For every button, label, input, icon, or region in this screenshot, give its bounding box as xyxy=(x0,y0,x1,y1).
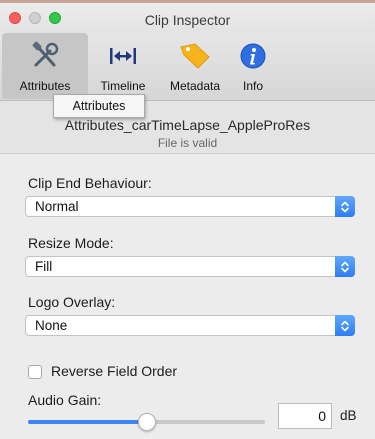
logo-overlay-label: Logo Overlay: xyxy=(28,294,116,310)
file-status: File is valid xyxy=(157,136,218,150)
tab-timeline[interactable]: Timeline xyxy=(90,33,156,99)
tab-info[interactable]: Info xyxy=(232,33,274,99)
info-icon xyxy=(232,37,274,75)
toolbar: Attributes Timeline Metadata Info xyxy=(0,33,375,101)
chevron-updown-icon xyxy=(335,196,355,217)
file-name: Attributes_carTimeLapse_AppleProRes xyxy=(64,117,311,133)
chevron-updown-icon xyxy=(335,256,355,277)
tag-icon xyxy=(158,37,232,75)
attributes-panel: Clip End Behaviour: Normal Resize Mode: … xyxy=(0,154,375,439)
audio-gain-slider-fill xyxy=(28,420,147,424)
clip-end-behaviour-value: Normal xyxy=(35,199,79,214)
audio-gain-unit: dB xyxy=(340,408,357,423)
timeline-arrows-icon xyxy=(90,37,156,75)
reverse-field-order-label[interactable]: Reverse Field Order xyxy=(51,363,177,379)
chevron-updown-icon xyxy=(335,315,355,336)
clip-end-behaviour-select[interactable]: Normal xyxy=(25,196,355,217)
logo-overlay-select[interactable]: None xyxy=(25,315,355,336)
audio-gain-slider-knob[interactable] xyxy=(137,413,156,431)
clip-end-behaviour-label: Clip End Behaviour: xyxy=(28,175,152,191)
resize-mode-select[interactable]: Fill xyxy=(25,256,355,277)
window-title: Clip Inspector xyxy=(144,12,231,28)
wrench-screwdriver-icon xyxy=(2,37,88,75)
tab-attributes[interactable]: Attributes xyxy=(2,33,88,99)
tab-metadata[interactable]: Metadata xyxy=(158,33,232,99)
title-bar: Clip Inspector xyxy=(0,3,375,33)
audio-gain-input[interactable]: 0 xyxy=(278,403,332,429)
resize-mode-value: Fill xyxy=(35,259,53,274)
logo-overlay-value: None xyxy=(35,318,68,333)
audio-gain-label: Audio Gain: xyxy=(28,392,102,408)
resize-mode-label: Resize Mode: xyxy=(28,235,114,251)
reverse-field-order-checkbox[interactable] xyxy=(28,365,42,379)
tooltip: Attributes xyxy=(53,94,145,118)
